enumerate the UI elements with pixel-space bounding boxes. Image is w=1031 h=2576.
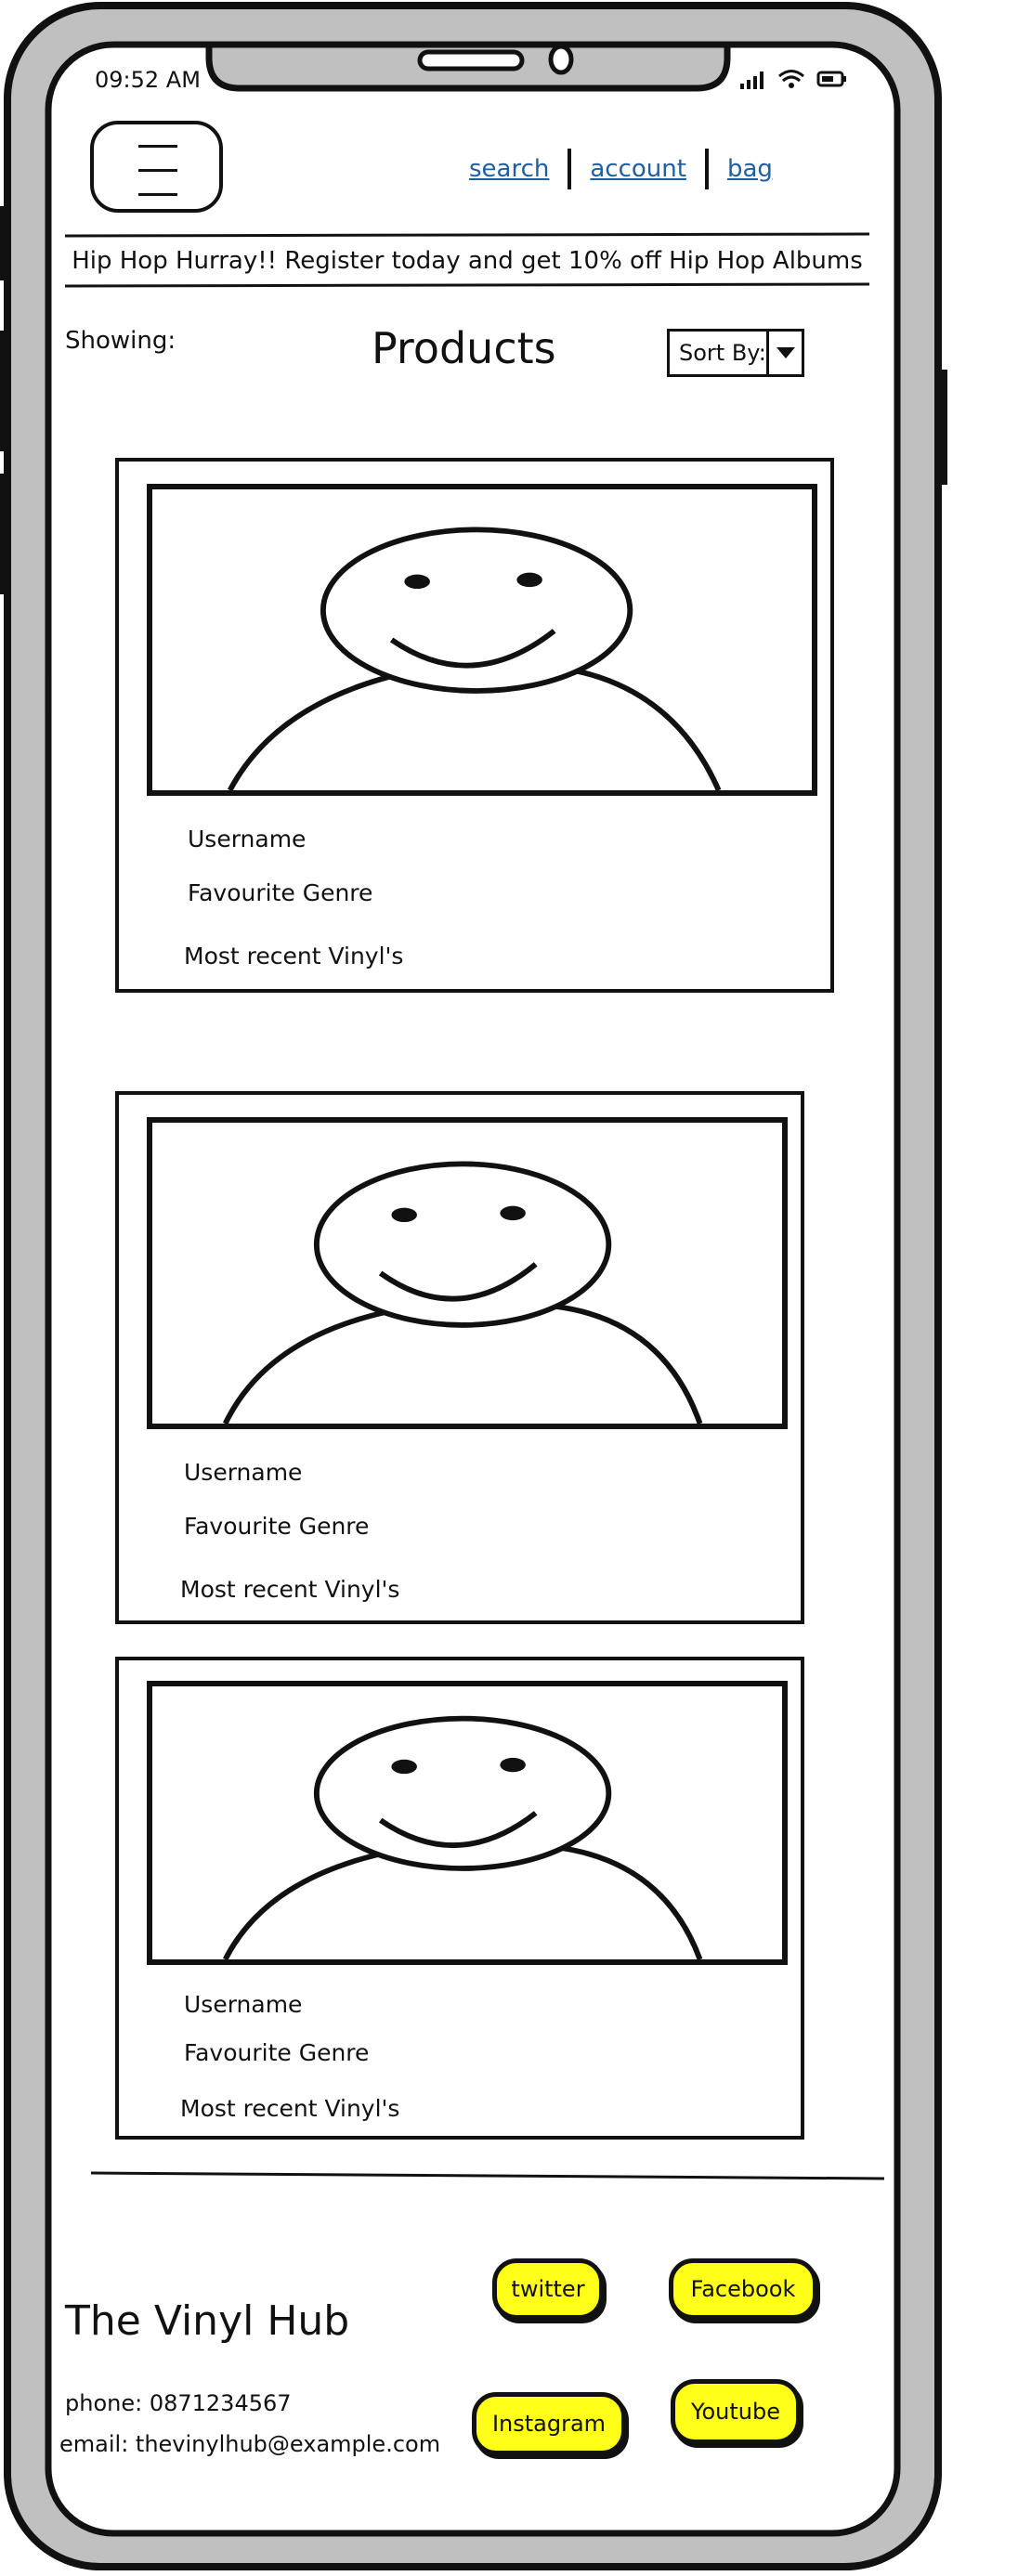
card-favourite-genre: Favourite Genre: [184, 1513, 370, 1540]
card-username: Username: [184, 1991, 303, 2018]
card-favourite-genre: Favourite Genre: [188, 879, 373, 906]
facebook-button[interactable]: Facebook: [669, 2258, 817, 2320]
user-placeholder-image: [147, 1681, 788, 1965]
status-icons: [738, 67, 850, 91]
card-recent-vinyls: Most recent Vinyl's: [180, 1576, 400, 1603]
user-placeholder-image: [147, 484, 817, 796]
footer-phone: phone: 0871234567: [65, 2390, 292, 2416]
top-nav: search account bag: [469, 149, 773, 189]
signal-icon: [740, 72, 763, 89]
product-card[interactable]: Username Favourite Genre Most recent Vin…: [115, 458, 834, 993]
status-time: 09:52 AM: [95, 67, 201, 93]
product-card[interactable]: Username Favourite Genre Most recent Vin…: [115, 1091, 804, 1624]
product-card[interactable]: Username Favourite Genre Most recent Vin…: [115, 1657, 804, 2140]
sort-by-dropdown[interactable]: Sort By:: [667, 329, 804, 377]
instagram-button[interactable]: Instagram: [472, 2392, 626, 2455]
nav-divider: [704, 149, 709, 189]
footer-email: email: thevinylhub@example.com: [59, 2431, 441, 2457]
nav-link-account[interactable]: account: [590, 155, 686, 183]
page-title: Products: [372, 323, 556, 373]
footer-brand: The Vinyl Hub: [65, 2297, 350, 2345]
nav-link-search[interactable]: search: [469, 155, 549, 183]
promo-banner: Hip Hop Hurray!! Register today and get …: [72, 247, 863, 275]
wifi-icon: [778, 70, 804, 88]
showing-label: Showing:: [65, 327, 176, 355]
nav-divider: [568, 149, 572, 189]
chevron-down-icon: [766, 332, 802, 374]
sort-by-label: Sort By:: [679, 340, 766, 366]
card-favourite-genre: Favourite Genre: [184, 2039, 370, 2066]
twitter-button[interactable]: twitter: [492, 2258, 604, 2320]
youtube-button[interactable]: Youtube: [671, 2379, 801, 2444]
battery-icon: [816, 71, 846, 87]
nav-link-bag[interactable]: bag: [727, 155, 773, 183]
card-username: Username: [184, 1459, 303, 1486]
card-recent-vinyls: Most recent Vinyl's: [184, 943, 404, 969]
hamburger-menu-button[interactable]: [90, 121, 223, 213]
card-username: Username: [188, 826, 307, 852]
user-placeholder-image: [147, 1117, 788, 1429]
hamburger-icon: [138, 145, 177, 148]
card-recent-vinyls: Most recent Vinyl's: [180, 2095, 400, 2122]
